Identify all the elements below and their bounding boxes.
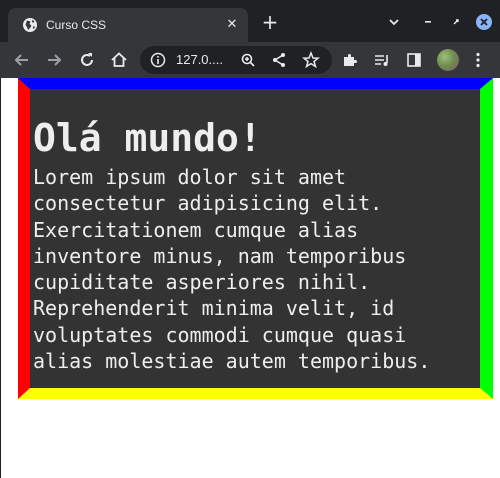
zoom-icon (241, 53, 255, 67)
share-button[interactable] (269, 50, 289, 70)
page-heading: Olá mundo! (33, 116, 262, 160)
paragraph-line: Lorem ipsum dolor sit amet (33, 165, 347, 189)
tab-curso-css[interactable]: Curso CSS ✕ (8, 8, 248, 42)
window-left-edge (0, 78, 1, 478)
tab-search-button[interactable] (384, 12, 404, 32)
paragraph-line: Exercitationem cumque alias (33, 217, 359, 242)
paragraph-line: inventore minus, nam temporibus (33, 243, 407, 268)
address-bar[interactable]: 127.0.... (140, 46, 332, 74)
menu-button[interactable] (468, 50, 488, 70)
minimize-icon (425, 21, 431, 23)
browser-toolbar: 127.0.... (0, 42, 500, 78)
home-button[interactable] (109, 50, 129, 70)
paragraph-line: alias molestiae autem temporibus. (33, 349, 431, 374)
minimize-button[interactable] (418, 12, 438, 32)
tab-strip: Curso CSS ✕ + (0, 0, 500, 42)
restore-icon (453, 19, 459, 25)
media-queue-button[interactable] (372, 50, 392, 70)
close-icon[interactable]: ✕ (224, 17, 240, 33)
tab-title: Curso CSS (46, 18, 107, 32)
side-panel-button[interactable] (404, 50, 424, 70)
lorem-paragraph: Lorem ipsum dolor sit amet consectetur ad… (33, 164, 463, 374)
back-button[interactable] (12, 50, 32, 70)
extensions-puzzle-icon (344, 54, 357, 66)
forward-arrow-icon (48, 54, 62, 66)
back-arrow-icon (14, 54, 28, 66)
home-icon (111, 52, 127, 67)
restore-button[interactable] (446, 12, 466, 32)
url-text[interactable]: 127.0.... (176, 52, 223, 68)
extensions-button[interactable] (340, 50, 360, 70)
close-window-button[interactable] (474, 12, 494, 32)
info-icon[interactable] (150, 52, 166, 68)
paragraph-line: Reprehenderit minima velit, id (33, 296, 395, 321)
bookmark-button[interactable] (301, 50, 321, 70)
kebab-menu-icon (476, 52, 480, 68)
media-queue-icon (375, 55, 388, 66)
new-tab-button[interactable]: + (259, 11, 281, 33)
chevron-down-icon (389, 19, 399, 26)
bookmark-star-icon (302, 50, 320, 69)
reload-icon (81, 53, 93, 66)
paragraph-line: cupiditate asperiores nihil. (33, 270, 371, 295)
side-panel-icon (407, 53, 421, 67)
profile-avatar[interactable] (437, 49, 459, 71)
close-circle-icon (476, 14, 492, 30)
paragraph-line: consectetur adipisicing elit. (33, 191, 383, 216)
globe-icon (23, 18, 37, 32)
paragraph-line: voluptates commodi cumque quasi (33, 322, 407, 347)
reload-button[interactable] (77, 50, 97, 70)
zoom-button[interactable] (238, 50, 258, 70)
forward-button[interactable] (44, 50, 64, 70)
share-icon (273, 53, 285, 67)
plus-icon: + (261, 10, 279, 34)
